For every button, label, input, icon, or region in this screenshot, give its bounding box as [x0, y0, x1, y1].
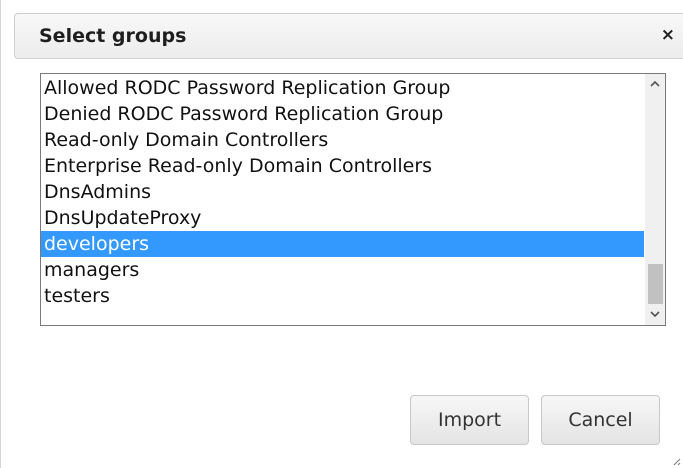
select-groups-dialog: Select groups × Allowed RODC Password Re…: [0, 0, 683, 468]
list-item[interactable]: Read-only Domain Controllers: [41, 127, 644, 153]
dialog-title: Select groups: [39, 25, 187, 47]
close-icon[interactable]: ×: [661, 25, 675, 45]
list-item[interactable]: DnsAdmins: [41, 179, 644, 205]
vertical-scrollbar[interactable]: [645, 74, 665, 325]
list-item[interactable]: Enterprise Read-only Domain Controllers: [41, 153, 644, 179]
dialog-titlebar[interactable]: Select groups ×: [14, 13, 683, 59]
list-item[interactable]: Denied RODC Password Replication Group: [41, 101, 644, 127]
list-item[interactable]: Allowed RODC Password Replication Group: [41, 75, 644, 101]
cancel-button[interactable]: Cancel: [541, 395, 660, 445]
scrollbar-thumb[interactable]: [648, 264, 663, 304]
resize-grip-icon[interactable]: [671, 456, 681, 466]
groups-list: Allowed RODC Password Replication Group …: [41, 75, 644, 309]
chevron-down-icon[interactable]: [645, 305, 665, 325]
chevron-up-icon[interactable]: [645, 74, 665, 94]
list-item[interactable]: developers: [41, 231, 644, 257]
groups-listbox[interactable]: Allowed RODC Password Replication Group …: [40, 73, 666, 326]
list-item[interactable]: testers: [41, 283, 644, 309]
list-item[interactable]: DnsUpdateProxy: [41, 205, 644, 231]
list-item[interactable]: managers: [41, 257, 644, 283]
import-button[interactable]: Import: [410, 395, 529, 445]
